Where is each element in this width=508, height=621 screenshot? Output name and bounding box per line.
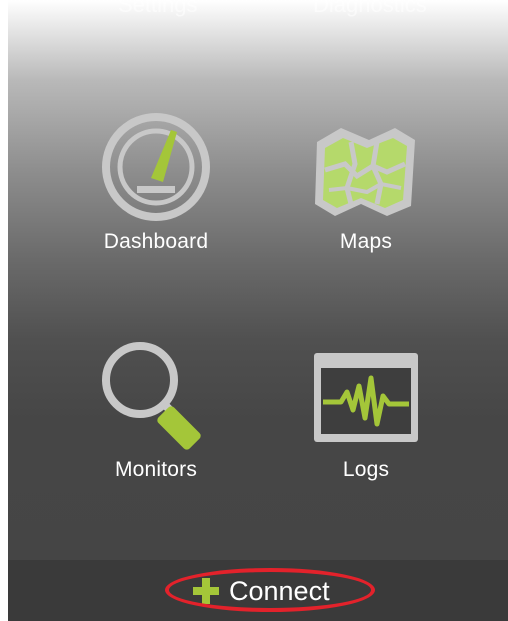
plus-icon	[193, 578, 219, 604]
speedometer-icon	[102, 113, 210, 221]
connect-label: Connect	[229, 575, 330, 606]
diagnostics-label-partial[interactable]: Diagnostics	[313, 0, 427, 18]
bottom-action-bar: Connect	[8, 560, 508, 621]
maps-label: Maps	[339, 230, 393, 253]
monitors-tile[interactable]: Monitors	[56, 340, 256, 540]
home-grid: Settings Diagnostics Dashboard Maps Moni…	[8, 0, 508, 560]
dashboard-label: Dashboard	[103, 230, 209, 253]
magnifier-icon	[102, 342, 201, 450]
maps-tile[interactable]: Maps	[266, 112, 466, 312]
monitors-label: Monitors	[114, 458, 198, 481]
dashboard-tile[interactable]: Dashboard	[56, 112, 256, 312]
app-screen: Settings Diagnostics Dashboard Maps Moni…	[8, 0, 508, 621]
settings-label-partial[interactable]: Settings	[118, 0, 198, 18]
map-icon	[315, 128, 415, 216]
logs-tile[interactable]: Logs	[266, 340, 466, 540]
connect-button[interactable]: Connect	[193, 574, 330, 608]
waveform-log-icon	[314, 353, 418, 442]
logs-label: Logs	[342, 458, 390, 481]
